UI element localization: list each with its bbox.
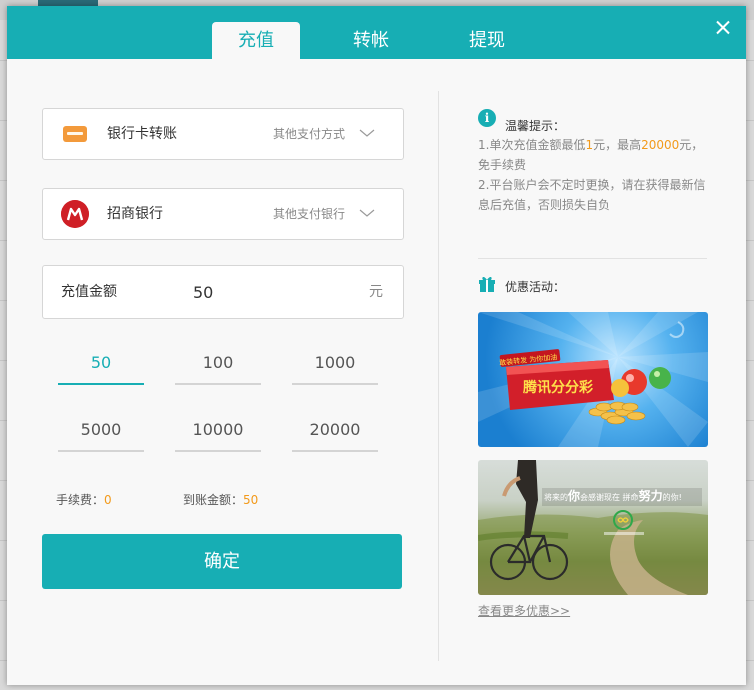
arrival-value: 50 <box>243 493 259 507</box>
chevron-down-icon[interactable] <box>359 205 375 221</box>
tab-recharge[interactable]: 充值 <box>212 22 300 59</box>
tips-max-amount: 20000 <box>641 138 680 152</box>
confirm-button[interactable]: 确定 <box>42 534 402 589</box>
tab-transfer[interactable]: 转帐 <box>327 22 415 59</box>
more-promotions-link[interactable]: 查看更多优惠>> <box>478 602 570 619</box>
tips-line2: 2.平台账户会不定时更换，请在获得最新信息后充值，否则损失自负 <box>478 178 706 212</box>
banner2-text-b: 你 <box>567 488 580 503</box>
quick-amount-20000[interactable]: 20000 <box>292 412 378 452</box>
recharge-modal: 充值 转帐 提现 银行卡转账 其他支付方式 招商银行 其他支付银行 充值金额 元… <box>7 6 746 685</box>
fee-value: 0 <box>104 493 112 507</box>
banner2-text-c: 会感谢现在 拼命 <box>580 492 639 502</box>
close-icon[interactable] <box>712 17 734 39</box>
banner2-text-a: 将来的 <box>544 492 568 502</box>
promo-banner-motivation[interactable]: 将来的你会感谢现在 拼命努力的你! <box>478 460 708 595</box>
banner1-title: 腾讯分分彩 <box>523 379 593 396</box>
payment-method-select[interactable]: 银行卡转账 其他支付方式 <box>42 108 404 160</box>
fee-info: 手续费：0 <box>56 491 112 508</box>
other-bank-link[interactable]: 其他支付银行 <box>273 189 345 239</box>
tips-line1-a: 1.单次充值金额最低 <box>478 138 586 152</box>
quick-amount-5000[interactable]: 5000 <box>58 412 144 452</box>
tips-min-amount: 1 <box>585 138 594 152</box>
promo-banner-tencent[interactable]: 敢装转发 为你加油 腾讯分分彩 <box>478 312 708 447</box>
tips-body: 1.单次充值金额最低1元，最高20000元，免手续费 2.平台账户会不定时更换，… <box>478 135 710 215</box>
tab-withdraw[interactable]: 提现 <box>443 22 531 59</box>
tips-title: 温馨提示： <box>505 119 566 133</box>
arrival-label: 到账金额： <box>183 493 244 507</box>
amount-input[interactable] <box>193 279 353 305</box>
amount-label: 充值金额 <box>61 284 117 300</box>
quick-amount-100[interactable]: 100 <box>175 345 261 385</box>
modal-header: 充值 转帐 提现 <box>7 6 746 59</box>
quick-amount-1000[interactable]: 1000 <box>292 345 378 385</box>
info-icon: i <box>478 109 496 127</box>
bank-label: 招商银行 <box>107 206 163 222</box>
promo-title: 优惠活动： <box>505 280 566 294</box>
amount-unit: 元 <box>369 284 383 300</box>
banner1-art: 敢装转发 为你加油 腾讯分分彩 <box>478 312 708 447</box>
banner2-text-e: 的你! <box>663 492 682 502</box>
amount-field: 充值金额 元 <box>42 265 404 319</box>
chevron-down-icon[interactable] <box>359 125 375 141</box>
banner2-art: 将来的你会感谢现在 拼命努力的你! <box>478 460 708 595</box>
cmb-logo-icon <box>61 200 89 228</box>
tips-line1-b: 元，最高 <box>593 138 642 152</box>
bank-select[interactable]: 招商银行 其他支付银行 <box>42 188 404 240</box>
column-divider <box>438 91 439 661</box>
quick-amount-50[interactable]: 50 <box>58 345 144 385</box>
other-payment-method-link[interactable]: 其他支付方式 <box>273 109 345 159</box>
payment-method-label: 银行卡转账 <box>107 126 177 142</box>
tips-divider <box>478 258 707 259</box>
quick-amount-10000[interactable]: 10000 <box>175 412 261 452</box>
gift-icon <box>479 276 495 292</box>
fee-label: 手续费： <box>56 493 105 507</box>
bank-card-icon <box>63 126 87 142</box>
banner2-text-d: 努力 <box>639 488 663 503</box>
arrival-info: 到账金额：50 <box>183 491 258 508</box>
